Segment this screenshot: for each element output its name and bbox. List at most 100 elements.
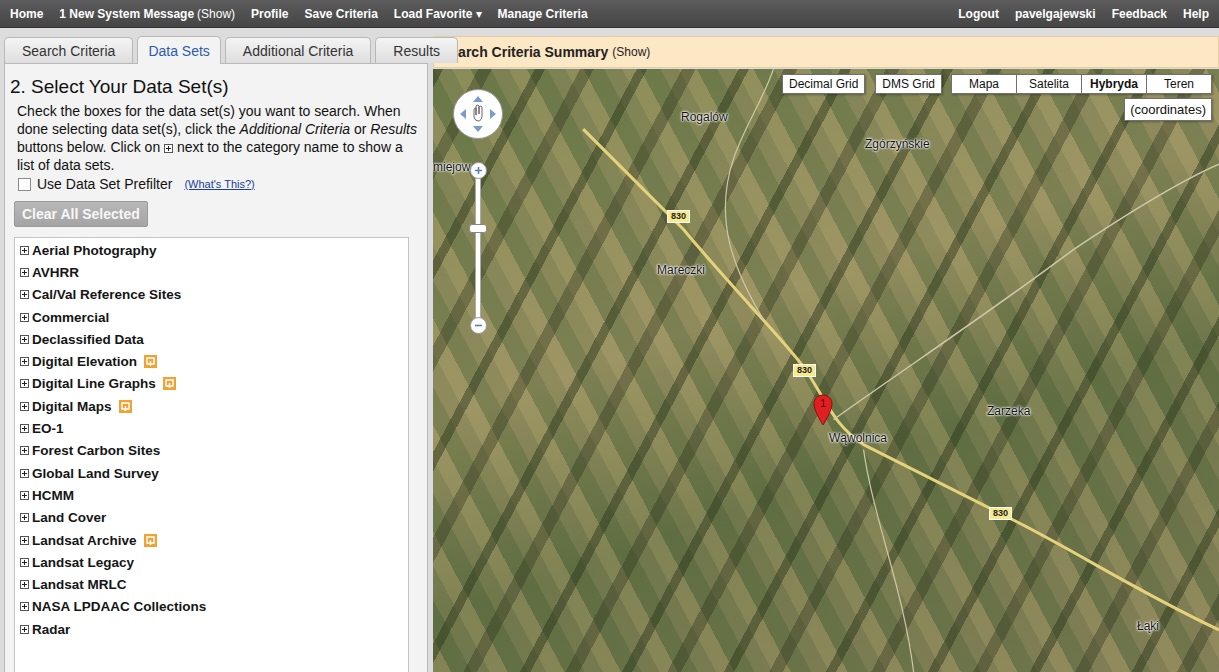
instruction-text: Additional Criteria: [240, 121, 351, 137]
prefilter-checkbox[interactable]: [18, 178, 31, 191]
dataset-label[interactable]: Landsat MRLC: [32, 577, 127, 592]
dataset-label[interactable]: Forest Carbon Sites: [32, 443, 160, 458]
expand-icon: [20, 580, 29, 589]
tab[interactable]: Search Criteria: [4, 37, 133, 63]
bulk-download-icon: [119, 400, 132, 413]
grid-button[interactable]: DMS Grid: [875, 74, 942, 94]
svg-text:1: 1: [820, 398, 826, 409]
map-marker-icon[interactable]: 1: [813, 394, 833, 426]
dataset-category[interactable]: Aerial Photography: [15, 239, 408, 261]
road-number: 830: [989, 507, 1012, 520]
zoom-thumb[interactable]: [469, 224, 487, 233]
map-type-button[interactable]: Mapa: [951, 74, 1017, 94]
dataset-category[interactable]: NASA LPDAAC Collections: [15, 596, 408, 618]
place-label: Rogalów: [681, 110, 728, 124]
nav-link[interactable]: Save Criteria: [296, 7, 385, 21]
dataset-label[interactable]: Digital Line Graphs: [32, 376, 156, 391]
expand-icon: [20, 446, 29, 455]
dataset-label[interactable]: HCMM: [32, 488, 74, 503]
map-type-button[interactable]: Teren: [1146, 74, 1212, 94]
place-label: Zarzeka: [987, 404, 1030, 418]
dataset-label[interactable]: Landsat Legacy: [32, 555, 134, 570]
dataset-category[interactable]: Commercial: [15, 306, 408, 328]
dataset-category[interactable]: Forest Carbon Sites: [15, 440, 408, 462]
expand-icon: [20, 602, 29, 611]
dataset-label[interactable]: Global Land Survey: [32, 466, 159, 481]
map-type-button[interactable]: Hybryda: [1081, 74, 1147, 94]
map[interactable]: RogalówZgórzyńskiemiejowMareczkiWąwolnic…: [433, 69, 1219, 672]
dataset-label[interactable]: Commercial: [32, 310, 109, 325]
dataset-label[interactable]: AVHRR: [32, 265, 79, 280]
expand-icon: [20, 424, 29, 433]
dataset-category[interactable]: Landsat Archive: [15, 529, 408, 551]
nav-link[interactable]: Manage Criteria: [490, 7, 596, 21]
zoom-control: [469, 162, 487, 334]
clear-all-button[interactable]: Clear All Selected: [14, 201, 148, 227]
grid-button[interactable]: Decimal Grid: [782, 74, 865, 94]
prefilter-row[interactable]: Use Data Set Prefilter (What's This?): [9, 176, 419, 192]
pan-control[interactable]: [453, 89, 503, 139]
dataset-category[interactable]: Declassified Data: [15, 328, 408, 350]
tab[interactable]: Results: [375, 37, 458, 63]
nav-link[interactable]: Feedback: [1104, 7, 1175, 21]
dataset-list: Aerial Photography AVHRR Cal/Val Reference…: [14, 237, 409, 672]
plus-icon: [474, 166, 483, 175]
nav-link[interactable]: Load Favorite▾: [386, 7, 490, 21]
nav-link-suffix[interactable]: (Show): [197, 7, 235, 21]
zoom-track[interactable]: [475, 178, 481, 318]
zoom-in-button[interactable]: [470, 162, 487, 179]
dataset-label[interactable]: Declassified Data: [32, 332, 144, 347]
expand-icon: [20, 625, 29, 634]
dataset-label[interactable]: Aerial Photography: [32, 243, 157, 258]
dataset-label[interactable]: Land Cover: [32, 510, 106, 525]
dataset-category[interactable]: Land Cover: [15, 507, 408, 529]
dataset-category[interactable]: EO-1: [15, 417, 408, 439]
dataset-category[interactable]: HCMM: [15, 484, 408, 506]
expand-icon: [20, 268, 29, 277]
nav-link[interactable]: pavelgajewski: [1007, 7, 1104, 21]
instruction-text: or: [350, 121, 370, 137]
tab[interactable]: Data Sets: [137, 36, 220, 64]
zoom-out-button[interactable]: [470, 317, 487, 334]
dataset-category[interactable]: Radar: [15, 618, 408, 640]
dropdown-caret[interactable]: ▾: [476, 7, 482, 21]
dataset-category[interactable]: Digital Elevation: [15, 350, 408, 372]
dataset-label[interactable]: Landsat Archive: [32, 533, 137, 548]
dataset-label[interactable]: EO-1: [32, 421, 64, 436]
dataset-label[interactable]: Cal/Val Reference Sites: [32, 287, 181, 302]
top-bar: Home1 New System Message(Show)ProfileSav…: [0, 0, 1219, 28]
nav-link[interactable]: Profile: [243, 7, 296, 21]
expand-icon: [20, 290, 29, 299]
help-link[interactable]: (What's This?): [184, 178, 254, 190]
dataset-category[interactable]: Landsat MRLC: [15, 573, 408, 595]
place-label: Zgórzyńskie: [865, 137, 930, 151]
dataset-label[interactable]: Digital Maps: [32, 399, 112, 414]
dataset-category[interactable]: Digital Maps: [15, 395, 408, 417]
dataset-category[interactable]: Landsat Legacy: [15, 551, 408, 573]
tab[interactable]: Additional Criteria: [225, 37, 372, 63]
bulk-download-icon: [144, 355, 157, 368]
dataset-label[interactable]: Radar: [32, 622, 70, 637]
nav-link[interactable]: Home: [2, 7, 51, 21]
map-type-button[interactable]: Satelita: [1016, 74, 1082, 94]
expand-icon: [20, 379, 29, 388]
map-controls: Decimal Grid DMS Grid MapaSatelitaHybrydaT…: [782, 74, 1212, 94]
dataset-category[interactable]: Cal/Val Reference Sites: [15, 284, 408, 306]
nav-link[interactable]: Help: [1175, 7, 1217, 21]
dataset-category[interactable]: Digital Line Graphs: [15, 373, 408, 395]
instructions: Check the boxes for the data set(s) you …: [9, 102, 419, 174]
nav-link[interactable]: 1 New System Message(Show): [51, 7, 243, 21]
prefilter-label[interactable]: Use Data Set Prefilter: [37, 176, 172, 192]
summary-title: Search Criteria Summary: [441, 44, 608, 60]
nav-link[interactable]: Logout: [950, 7, 1007, 21]
dataset-label[interactable]: NASA LPDAAC Collections: [32, 599, 206, 614]
road-number: 830: [667, 210, 690, 223]
coordinates-box[interactable]: (coordinates): [1124, 98, 1212, 121]
dataset-category[interactable]: AVHRR: [15, 261, 408, 283]
dataset-label[interactable]: Digital Elevation: [32, 354, 137, 369]
left-column: Search CriteriaData SetsAdditional Crite…: [4, 36, 428, 672]
dataset-category[interactable]: Global Land Survey: [15, 462, 408, 484]
nav-right: LogoutpavelgajewskiFeedbackHelp: [950, 7, 1217, 21]
road-number: 830: [793, 364, 816, 377]
summary-toggle[interactable]: (Show): [612, 45, 650, 59]
